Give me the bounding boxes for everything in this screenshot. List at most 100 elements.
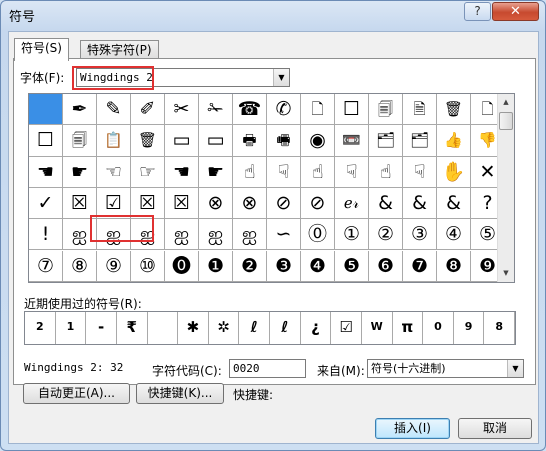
symbol-cell[interactable]: ▭ (199, 125, 233, 157)
symbol-cell[interactable]: ◉ (301, 125, 335, 157)
symbol-cell[interactable]: ☝ (233, 156, 267, 188)
symbol-cell[interactable]: ☚ (29, 156, 63, 188)
recent-symbol[interactable]: 9 (454, 312, 485, 344)
scroll-up-icon[interactable]: ▲ (498, 94, 514, 111)
recent-symbol[interactable]: 1 (56, 312, 87, 344)
symbol-cell[interactable]: ☜ (97, 156, 131, 188)
symbol-cell[interactable]: ☎ (233, 94, 267, 126)
symbol-cell[interactable]: ❺ (335, 250, 369, 282)
grid-scrollbar[interactable]: ▲ ▼ (497, 94, 514, 282)
symbol-cell[interactable]: 🖷 (267, 125, 301, 157)
symbol-cell[interactable]: ! (29, 219, 63, 251)
symbol-cell[interactable]: ✐ (131, 94, 165, 126)
symbol-cell[interactable]: ⊗ (233, 187, 267, 220)
symbol-cell[interactable]: 🖶 (233, 125, 267, 157)
symbol-cell[interactable]: ✎ (97, 94, 131, 126)
shortcut-key-button[interactable]: 快捷键(K)... (136, 383, 224, 404)
symbol-cell[interactable]: ☐ (335, 94, 369, 126)
symbol-cell[interactable]: ⑩ (131, 250, 165, 282)
recent-symbol[interactable]: 2 (25, 312, 56, 344)
recent-symbol[interactable]: - (86, 312, 117, 344)
recent-symbol[interactable]: ℓ (239, 312, 270, 344)
char-code-input[interactable]: 0020 (229, 359, 306, 378)
symbol-cell[interactable]: 🗐 (63, 125, 97, 157)
symbol-cell[interactable]: ℯ𝓇 (335, 187, 369, 220)
symbol-cell[interactable]: 🗎 (403, 94, 437, 126)
recent-symbol[interactable]: ✲ (209, 312, 240, 344)
recent-symbol[interactable]: ☑ (331, 312, 362, 344)
symbol-cell[interactable]: ② (369, 219, 403, 251)
symbol-cell[interactable]: ① (335, 219, 369, 251)
symbol-cell[interactable]: 🗑 (437, 94, 471, 126)
from-select[interactable]: 符号(十六进制) ▼ (367, 359, 524, 378)
symbol-cell[interactable]: ❻ (369, 250, 403, 282)
symbol-cell[interactable]: ☐ (29, 125, 63, 157)
symbol-cell[interactable]: ✋ (437, 156, 471, 188)
symbol-cell[interactable]: ☛ (199, 156, 233, 188)
symbol-cell[interactable]: 🗂 (403, 125, 437, 157)
symbol-cell[interactable]: 🗐 (369, 94, 403, 126)
symbol-cell[interactable] (29, 94, 63, 126)
recent-symbol[interactable]: W (362, 312, 393, 344)
symbol-cell[interactable]: 📼 (335, 125, 369, 157)
symbol-cell[interactable]: 🗂 (369, 125, 403, 157)
symbol-cell[interactable]: ஐ (199, 219, 233, 251)
help-button[interactable]: ? (464, 2, 491, 21)
symbol-cell[interactable]: ✂ (165, 94, 199, 126)
symbol-cell[interactable]: ☝ (301, 156, 335, 188)
symbol-cell[interactable]: ❸ (267, 250, 301, 282)
symbol-cell[interactable]: ❽ (437, 250, 471, 282)
symbol-cell[interactable]: ஐ (233, 219, 267, 251)
symbol-cell[interactable]: & (403, 187, 437, 220)
tab-symbols[interactable]: 符号(S) (14, 38, 69, 61)
recent-symbol[interactable]: ✱ (178, 312, 209, 344)
symbol-cell[interactable]: ☝ (369, 156, 403, 188)
recent-symbol[interactable]: π (393, 312, 424, 344)
symbol-cell[interactable]: 🗋 (301, 94, 335, 126)
symbol-cell[interactable]: ✆ (267, 94, 301, 126)
symbol-cell[interactable]: & (437, 187, 471, 220)
symbol-cell[interactable]: ❼ (403, 250, 437, 282)
symbol-cell[interactable]: ⑦ (29, 250, 63, 282)
recent-symbol[interactable]: ₹ (117, 312, 148, 344)
insert-button[interactable]: 插入(I) (375, 418, 450, 439)
symbol-cell[interactable]: ☞ (131, 156, 165, 188)
symbol-cell[interactable]: ⊘ (301, 187, 335, 220)
symbol-cell[interactable]: ④ (437, 219, 471, 251)
symbol-cell[interactable]: ⑨ (97, 250, 131, 282)
symbol-cell[interactable]: ✁ (199, 94, 233, 126)
symbol-cell[interactable]: ⓿ (165, 250, 199, 282)
cancel-button[interactable]: 取消 (458, 418, 532, 439)
symbol-cell[interactable]: ⓪ (301, 219, 335, 251)
close-button[interactable]: ✕ (492, 2, 539, 21)
chevron-down-icon[interactable]: ▼ (273, 69, 289, 86)
recent-symbol[interactable]: ℓ (270, 312, 301, 344)
symbol-cell[interactable]: 🗑 (131, 125, 165, 157)
recent-symbol[interactable] (148, 312, 179, 344)
chevron-down-icon[interactable]: ▼ (507, 360, 523, 377)
symbol-cell[interactable]: ⊗ (199, 187, 233, 220)
symbol-cell[interactable]: ✒ (63, 94, 97, 126)
recent-symbol[interactable]: 0 (423, 312, 454, 344)
symbol-cell[interactable]: ✓ (29, 187, 63, 220)
symbol-cell[interactable]: ⊘ (267, 187, 301, 220)
symbol-cell[interactable]: ☒ (165, 187, 199, 220)
scroll-thumb[interactable] (499, 112, 513, 130)
symbol-cell[interactable]: ③ (403, 219, 437, 251)
recent-symbol[interactable]: 8 (484, 312, 515, 344)
symbol-cell[interactable]: ☛ (63, 156, 97, 188)
symbol-cell[interactable]: ❹ (301, 250, 335, 282)
symbol-cell[interactable]: ❶ (199, 250, 233, 282)
symbol-cell[interactable]: ☟ (335, 156, 369, 188)
symbol-cell[interactable]: ⑧ (63, 250, 97, 282)
symbol-cell[interactable]: ஐ (165, 219, 199, 251)
symbol-cell[interactable]: ☚ (165, 156, 199, 188)
symbol-cell[interactable]: ∽ (267, 219, 301, 251)
symbol-cell[interactable]: 👍 (437, 125, 471, 157)
symbol-cell[interactable]: ☟ (267, 156, 301, 188)
symbol-cell[interactable]: ☟ (403, 156, 437, 188)
autocorrect-button[interactable]: 自动更正(A)... (23, 383, 130, 404)
recent-symbol[interactable]: ¿ (301, 312, 332, 344)
symbol-cell[interactable]: & (369, 187, 403, 220)
symbol-cell[interactable]: 📋 (97, 125, 131, 157)
